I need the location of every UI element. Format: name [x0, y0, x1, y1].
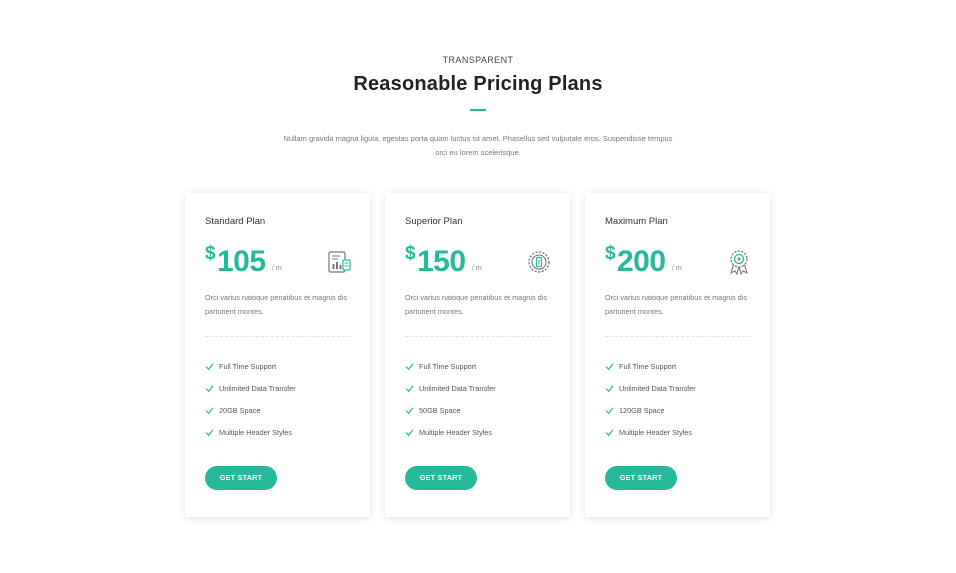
feature-label: Unlimited Data Transfer	[219, 384, 296, 393]
plan-description: Orci varius natoque penatibus et magnis …	[605, 293, 747, 316]
check-icon	[405, 407, 414, 415]
plan-name: Standard Plan	[205, 216, 266, 227]
get-start-button[interactable]: GET START	[605, 466, 677, 490]
feature-item: Multiple Header Styles	[405, 427, 496, 449]
feature-label: 120GB Space	[619, 406, 665, 415]
feature-label: Multiple Header Styles	[419, 428, 493, 437]
feature-label: 20GB Space	[219, 406, 261, 415]
price-currency: $	[205, 243, 216, 264]
report-chart-icon	[328, 251, 351, 273]
feature-list: Full Time Support Unlimited Data Transfe…	[205, 361, 296, 449]
plan-name: Superior Plan	[405, 216, 463, 227]
feature-item: Unlimited Data Transfer	[205, 383, 296, 405]
feature-label: 50GB Space	[419, 406, 461, 415]
check-icon	[605, 363, 614, 371]
check-icon	[605, 385, 614, 393]
price-period: / m	[672, 265, 682, 272]
price-amount: 200	[617, 245, 666, 278]
feature-item: Full Time Support	[405, 361, 496, 383]
feature-label: Full Time Support	[619, 362, 677, 371]
section-title: Reasonable Pricing Plans	[353, 73, 603, 95]
price-amount: 150	[417, 245, 466, 278]
feature-label: Multiple Header Styles	[619, 428, 693, 437]
feature-item: Multiple Header Styles	[605, 427, 696, 449]
check-icon	[405, 363, 414, 371]
feature-item: Full Time Support	[205, 361, 296, 383]
feature-item: Unlimited Data Transfer	[405, 383, 496, 405]
feature-item: Unlimited Data Transfer	[605, 383, 696, 405]
price-amount: 105	[217, 245, 266, 278]
gear-badge-icon	[528, 251, 550, 273]
award-ribbon-icon	[730, 250, 748, 275]
feature-item: Full Time Support	[605, 361, 696, 383]
get-start-button[interactable]: GET START	[205, 466, 277, 490]
dashed-divider	[405, 336, 550, 337]
feature-item: Multiple Header Styles	[205, 427, 296, 449]
price-period: / m	[472, 265, 482, 272]
pricing-card-standard: Standard Plan $ 105 / m Orci varius nato…	[185, 193, 370, 517]
plan-description: Orci varius natoque penatibus et magnis …	[405, 293, 547, 316]
section-subtitle: Nullam gravida magna ligula, egestas por…	[283, 134, 673, 157]
get-start-button[interactable]: GET START	[405, 466, 477, 490]
feature-label: Full Time Support	[419, 362, 477, 371]
feature-list: Full Time Support Unlimited Data Transfe…	[405, 361, 496, 449]
feature-label: Unlimited Data Transfer	[419, 384, 496, 393]
check-icon	[405, 385, 414, 393]
dashed-divider	[605, 336, 750, 337]
feature-label: Full Time Support	[219, 362, 277, 371]
check-icon	[205, 429, 214, 437]
price-currency: $	[405, 243, 416, 264]
check-icon	[205, 407, 214, 415]
dashed-divider	[205, 336, 350, 337]
check-icon	[405, 429, 414, 437]
feature-label: Unlimited Data Transfer	[619, 384, 696, 393]
feature-item: 120GB Space	[605, 405, 696, 427]
feature-label: Multiple Header Styles	[219, 428, 293, 437]
plan-description: Orci varius natoque penatibus et magnis …	[205, 293, 347, 316]
feature-item: 20GB Space	[205, 405, 296, 427]
title-underline	[470, 109, 486, 111]
pricing-card-superior: Superior Plan $ 150 / m Orci varius nato…	[385, 193, 570, 517]
feature-list: Full Time Support Unlimited Data Transfe…	[605, 361, 696, 449]
price-period: / m	[272, 265, 282, 272]
feature-item: 50GB Space	[405, 405, 496, 427]
check-icon	[605, 429, 614, 437]
price-currency: $	[605, 243, 616, 264]
check-icon	[605, 407, 614, 415]
plan-name: Maximum Plan	[605, 216, 668, 227]
section-eyebrow: TRANSPARENT	[442, 55, 514, 65]
pricing-card-maximum: Maximum Plan $ 200 / m Orci varius natoq…	[585, 193, 770, 517]
check-icon	[205, 385, 214, 393]
check-icon	[205, 363, 214, 371]
